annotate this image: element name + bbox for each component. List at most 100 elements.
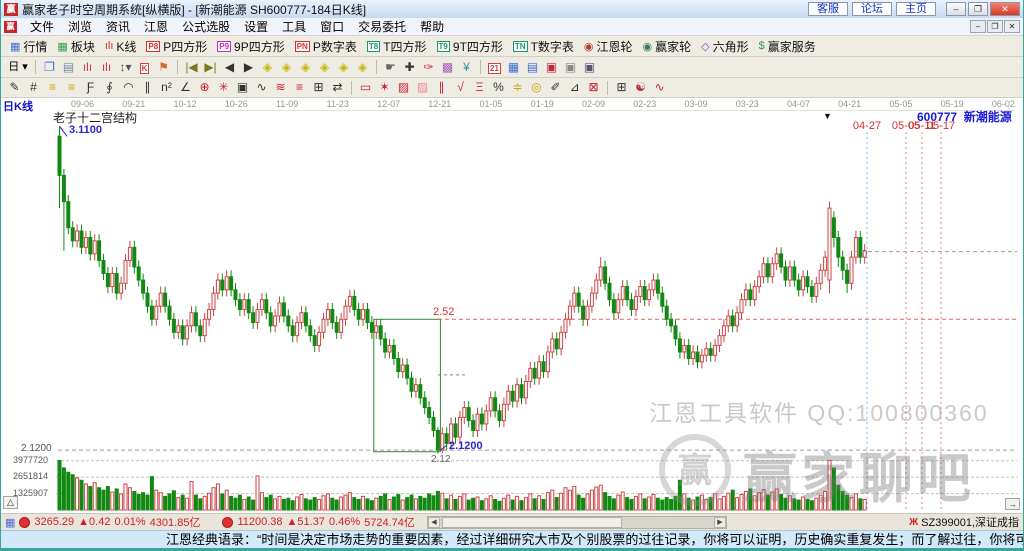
wave-tool-icon[interactable]: ∿	[252, 79, 271, 96]
prev-bar-icon[interactable]: ◀	[220, 59, 239, 76]
info-panel-icon[interactable]: ▤	[59, 59, 78, 76]
period-day-selector[interactable]: 日 ▾	[5, 59, 31, 76]
quote-board-icon[interactable]: ▦	[5, 516, 15, 529]
last-bar-icon[interactable]: ▶|	[201, 59, 220, 76]
grid-tool-icon[interactable]: ⊞	[309, 79, 328, 96]
circle-cross-icon[interactable]: ⊕	[195, 79, 214, 96]
grid-settings-icon[interactable]: ⊞	[612, 79, 631, 96]
square-of-nine-icon[interactable]: n²	[157, 79, 176, 96]
market-quotes-button[interactable]: ▦行情	[5, 37, 52, 55]
save-icon[interactable]: ▣	[542, 59, 561, 76]
menu-item-公式选股[interactable]: 公式选股	[175, 19, 237, 35]
kline-chart-icon[interactable]: ılı	[97, 59, 116, 76]
angle-tool-icon[interactable]: ∠	[176, 79, 195, 96]
wedge-tool-icon[interactable]: ⊿	[565, 79, 584, 96]
titlebar-link-客服[interactable]: 客服	[808, 2, 848, 16]
next-bar-icon[interactable]: ▶	[239, 59, 258, 76]
scale-adjust-icon[interactable]: ↕▾	[116, 59, 135, 76]
rect-kline-icon[interactable]: ▭	[356, 79, 375, 96]
menu-item-浏览[interactable]: 浏览	[61, 19, 99, 35]
sectors-button[interactable]: ▦板块	[52, 37, 99, 55]
price-grid-icon[interactable]: ⊠	[584, 79, 603, 96]
scroll-right-arrow[interactable]: ▶	[714, 517, 726, 528]
scroll-left-arrow[interactable]: ◀	[428, 517, 440, 528]
restore-button[interactable]: ❐	[968, 2, 988, 16]
mdi-restore-button[interactable]: ❐	[987, 20, 1003, 33]
volume-collapse-button[interactable]: △	[3, 496, 18, 509]
zoom-expand-icon[interactable]: ◈	[296, 59, 315, 76]
zoom-compress-icon[interactable]: ◈	[315, 59, 334, 76]
calendar-icon[interactable]: 21	[485, 59, 504, 76]
titlebar-link-论坛[interactable]: 论坛	[852, 2, 892, 16]
percent-tool-icon[interactable]: %	[489, 79, 508, 96]
zoom-right-icon[interactable]: ◈	[277, 59, 296, 76]
spiral-tool-icon[interactable]: ∮	[100, 79, 119, 96]
mdi-minimize-button[interactable]: –	[970, 20, 986, 33]
print-icon[interactable]: ▣	[580, 59, 599, 76]
scroll-thumb[interactable]	[442, 517, 622, 528]
hexagon-button[interactable]: ◇六角形	[696, 37, 753, 55]
wave-indicator-icon[interactable]: ∿	[650, 79, 669, 96]
first-bar-icon[interactable]: |◀	[182, 59, 201, 76]
ray-fan-icon[interactable]: ✶	[375, 79, 394, 96]
nine-p-square-button[interactable]: P99P四方形	[212, 37, 289, 55]
yinyang-icon[interactable]: ☯	[631, 79, 650, 96]
pen-tool-icon[interactable]: ✎	[5, 79, 24, 96]
t-number-table-button[interactable]: TNT数字表	[508, 37, 579, 55]
menu-item-江恩[interactable]: 江恩	[137, 19, 175, 35]
menu-item-设置[interactable]: 设置	[237, 19, 275, 35]
notes-icon[interactable]: ▤	[523, 59, 542, 76]
scroll-right-button[interactable]: →	[1005, 498, 1020, 510]
currency-tool-icon[interactable]: ¥	[457, 59, 476, 76]
nine-t-square-button[interactable]: T99T四方形	[432, 37, 508, 55]
window-layout-icon[interactable]: ❐	[40, 59, 59, 76]
shade-grid-icon[interactable]: ▨	[394, 79, 413, 96]
shade-grid-light-icon[interactable]: ▨	[413, 79, 432, 96]
zoom-left-icon[interactable]: ◈	[258, 59, 277, 76]
percent-lines-icon[interactable]: Ξ	[470, 79, 489, 96]
ladder-lines-icon[interactable]: ≡	[290, 79, 309, 96]
arc-tool-icon[interactable]: ◠	[119, 79, 138, 96]
current-index-label[interactable]: SZ399001,深证成指	[921, 514, 1019, 530]
zoom-vertical-icon[interactable]: ◈	[334, 59, 353, 76]
menu-item-帮助[interactable]: 帮助	[413, 19, 451, 35]
mdi-close-button[interactable]: ✕	[1004, 20, 1020, 33]
stats-table-icon[interactable]: ▩	[438, 59, 457, 76]
fibonacci-tool-icon[interactable]: Ƒ	[81, 79, 100, 96]
time-span-icon[interactable]: ⇄	[328, 79, 347, 96]
hand-tool-icon[interactable]: ☛	[381, 59, 400, 76]
parallel-lines-icon[interactable]: ∥	[138, 79, 157, 96]
kline-canvas[interactable]	[1, 98, 1021, 513]
box-select-icon[interactable]: ▣	[233, 79, 252, 96]
gann-wheel-button[interactable]: ◉江恩轮	[579, 37, 638, 55]
menu-item-交易委托[interactable]: 交易委托	[351, 19, 413, 35]
golden-column-icon[interactable]: ≡	[43, 79, 62, 96]
menu-item-工具[interactable]: 工具	[275, 19, 313, 35]
zoom-all-icon[interactable]: ◈	[353, 59, 372, 76]
golden-mean-icon[interactable]: ≑	[508, 79, 527, 96]
horizontal-scrollbar[interactable]: ◀ ▶	[427, 516, 727, 529]
p-square-button[interactable]: P8P四方形	[141, 37, 212, 55]
golden-column2-icon[interactable]: ≡	[62, 79, 81, 96]
menu-item-窗口[interactable]: 窗口	[313, 19, 351, 35]
intraday-chart-icon[interactable]: ılı	[78, 59, 97, 76]
close-button[interactable]: ✕	[990, 2, 1020, 16]
flag-tool-icon[interactable]: ⚑	[154, 59, 173, 76]
marker-tool-icon[interactable]: ✑	[419, 59, 438, 76]
kline-chart[interactable]: 日K线 09-0609-2110-1210-2611-0911-2312-071…	[1, 98, 1023, 513]
comb-lines-icon[interactable]: ≋	[271, 79, 290, 96]
menu-item-文件[interactable]: 文件	[23, 19, 61, 35]
note-pen-icon[interactable]: ✐	[546, 79, 565, 96]
menu-item-资讯[interactable]: 资讯	[99, 19, 137, 35]
titlebar-link-主页[interactable]: 主页	[896, 2, 936, 16]
p-number-table-button[interactable]: PNP数字表	[290, 37, 362, 55]
winner-service-button[interactable]: $赢家服务	[754, 37, 821, 55]
star-ray-icon[interactable]: ✳	[214, 79, 233, 96]
minimize-button[interactable]: –	[946, 2, 966, 16]
calculator-icon[interactable]: ▦	[504, 59, 523, 76]
export-icon[interactable]: ▣	[561, 59, 580, 76]
check-wave-icon[interactable]: √	[451, 79, 470, 96]
kline-button[interactable]: ılıK线	[100, 37, 142, 55]
golden-circle-icon[interactable]: ◎	[527, 79, 546, 96]
crosshair-tool-icon[interactable]: ✚	[400, 59, 419, 76]
